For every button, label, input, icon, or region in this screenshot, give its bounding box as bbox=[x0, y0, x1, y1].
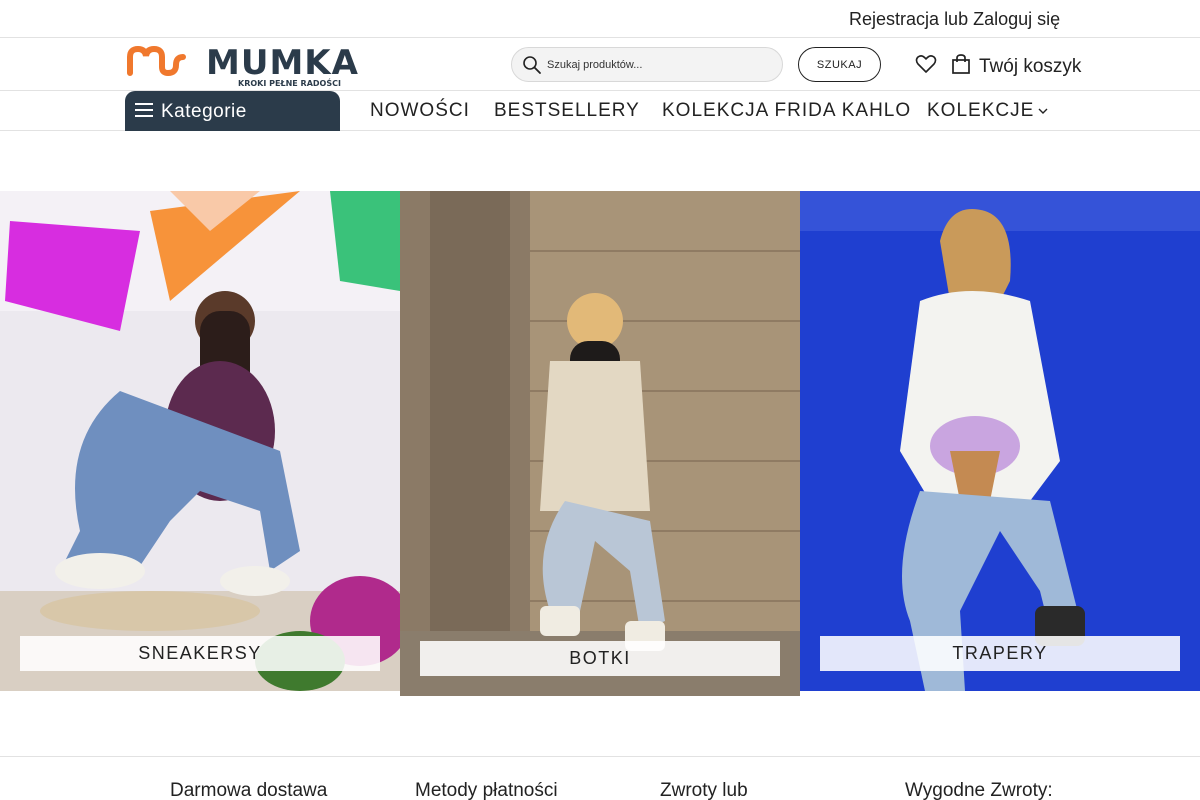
category-label-trappers[interactable]: TRAPERY bbox=[820, 636, 1180, 671]
logo-tagline: KROKI PEŁNE RADOŚCI bbox=[238, 77, 341, 87]
benefit-payment-methods: Metody płatności bbox=[415, 780, 558, 800]
categories-button[interactable]: Kategorie bbox=[125, 91, 340, 131]
nav-item-collections-label: KOLEKCJE bbox=[927, 100, 1035, 121]
boots-photo bbox=[400, 191, 800, 696]
site-header: MUMKA KROKI PEŁNE RADOŚCI SZUKAJ Twój ko… bbox=[0, 38, 1200, 91]
nav-item-new[interactable]: NOWOŚCI bbox=[370, 100, 470, 122]
shopping-bag-icon bbox=[952, 54, 970, 74]
main-nav: Kategorie NOWOŚCI BESTSELLERY KOLEKCJA F… bbox=[0, 91, 1200, 131]
category-tile-trappers[interactable]: TRAPERY bbox=[800, 191, 1200, 691]
auth-separator: lub bbox=[944, 9, 969, 29]
login-link[interactable]: Zaloguj się bbox=[973, 9, 1060, 29]
category-label-boots[interactable]: BOTKI bbox=[420, 641, 780, 676]
nav-item-collections[interactable]: KOLEKCJE bbox=[927, 100, 1048, 122]
category-tile-sneakers[interactable]: SNEAKERSY bbox=[0, 191, 400, 691]
category-tile-boots[interactable]: BOTKI bbox=[400, 191, 800, 696]
cart-link[interactable]: Twój koszyk bbox=[951, 54, 1081, 78]
category-label-sneakers[interactable]: SNEAKERSY bbox=[20, 636, 380, 671]
categories-label: Kategorie bbox=[161, 101, 247, 122]
benefit-returns: Zwroty lub bbox=[660, 780, 748, 800]
menu-icon bbox=[135, 103, 153, 117]
benefit-free-delivery: Darmowa dostawa bbox=[170, 780, 328, 800]
benefit-easy-returns: Wygodne Zwroty: bbox=[905, 780, 1053, 800]
benefits-bar: Darmowa dostawa Metody płatności Zwroty … bbox=[0, 756, 1200, 800]
nav-item-frida-kahlo[interactable]: KOLEKCJA FRIDA KAHLO bbox=[662, 100, 911, 122]
auth-links: Rejestracja lub Zaloguj się bbox=[849, 9, 1060, 30]
heart-icon[interactable] bbox=[915, 54, 937, 74]
logo-wordmark: MUMKA bbox=[206, 43, 359, 83]
cart-label: Twój koszyk bbox=[979, 56, 1082, 77]
search-box bbox=[511, 47, 783, 82]
chevron-down-icon bbox=[1038, 108, 1048, 114]
search-input[interactable] bbox=[547, 53, 772, 77]
top-bar: Rejestracja lub Zaloguj się bbox=[0, 0, 1200, 38]
search-button[interactable]: SZUKAJ bbox=[798, 47, 881, 82]
register-link[interactable]: Rejestracja bbox=[849, 9, 939, 29]
sneakers-photo bbox=[0, 191, 400, 691]
brand-logo[interactable]: MUMKA KROKI PEŁNE RADOŚCI bbox=[126, 43, 376, 87]
nav-item-bestsellers[interactable]: BESTSELLERY bbox=[494, 100, 640, 122]
logo-mark bbox=[127, 45, 186, 77]
search-icon[interactable] bbox=[522, 55, 542, 75]
trappers-photo bbox=[800, 191, 1200, 691]
